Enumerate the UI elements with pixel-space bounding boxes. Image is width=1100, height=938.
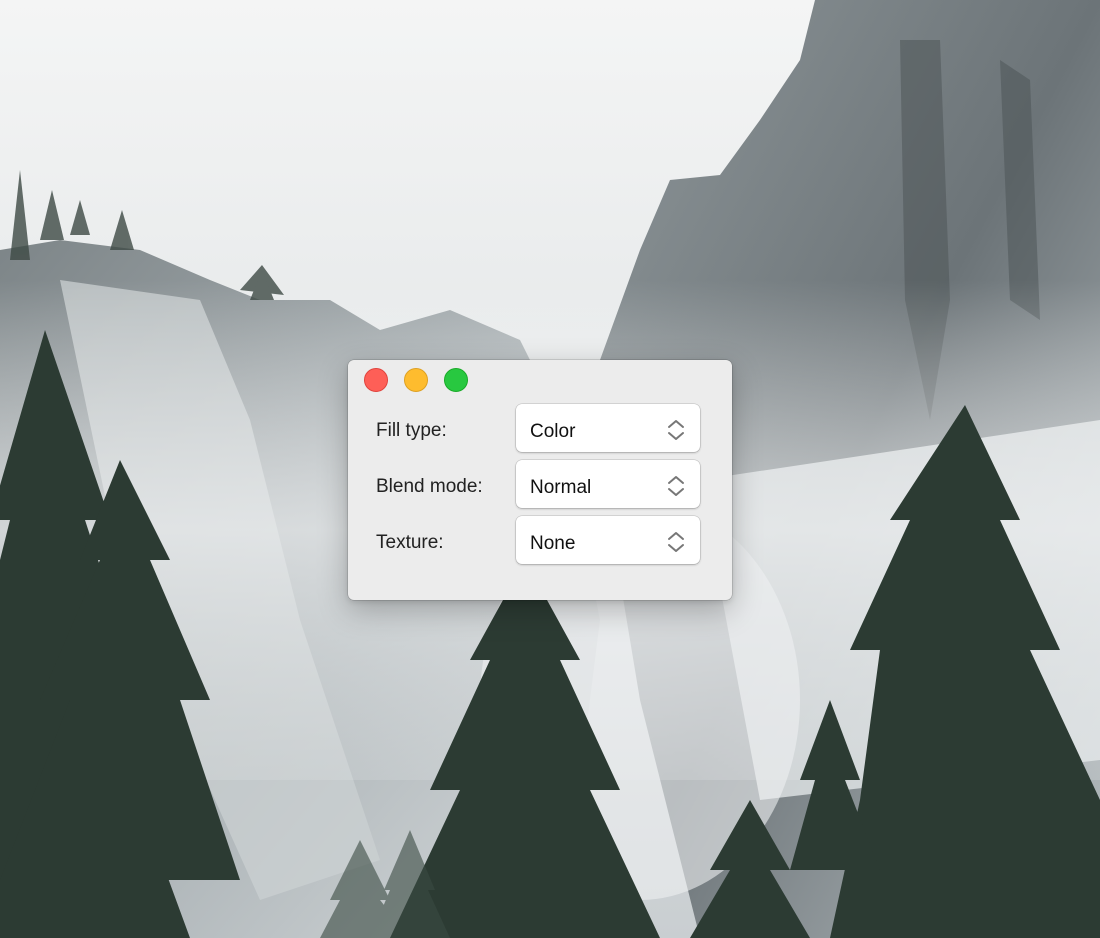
fill-type-select[interactable]: Color: [516, 404, 700, 452]
texture-row: Texture: None: [376, 516, 700, 564]
up-down-chevron-icon: [668, 420, 684, 440]
zoom-icon[interactable]: [444, 368, 468, 392]
blend-mode-row: Blend mode: Normal: [376, 460, 700, 508]
texture-select[interactable]: None: [516, 516, 700, 564]
fill-type-row: Fill type: Color: [376, 404, 700, 452]
up-down-chevron-icon: [668, 532, 684, 552]
minimize-icon[interactable]: [404, 368, 428, 392]
texture-label: Texture:: [376, 532, 444, 553]
up-down-chevron-icon: [668, 476, 684, 496]
close-icon[interactable]: [364, 368, 388, 392]
blend-mode-select[interactable]: Normal: [516, 460, 700, 508]
texture-value: None: [530, 533, 576, 554]
fill-type-label: Fill type:: [376, 420, 447, 441]
blend-mode-value: Normal: [530, 477, 592, 498]
window-controls: [364, 368, 468, 392]
popup-window: Fill type: Color Blend mode: Normal Text…: [348, 360, 732, 600]
fill-type-value: Color: [530, 421, 576, 442]
desktop-wallpaper: Fill type: Color Blend mode: Normal Text…: [0, 0, 1100, 938]
blend-mode-label: Blend mode:: [376, 476, 483, 497]
